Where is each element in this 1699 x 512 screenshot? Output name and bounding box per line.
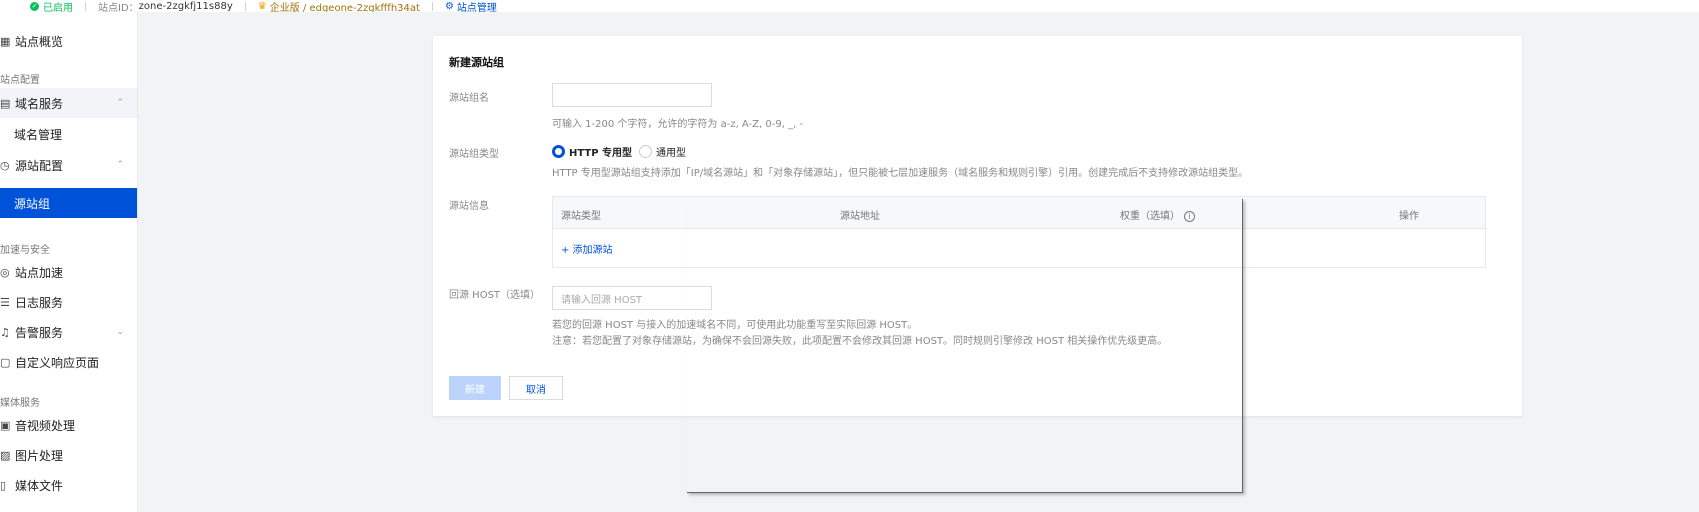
- radio-checked-icon: [552, 145, 565, 158]
- sidebar-item-label: 自定义响应页面: [15, 355, 100, 370]
- zone-id-label: 站点ID：: [98, 2, 139, 13]
- info-icon[interactable]: i: [1184, 210, 1195, 222]
- chevron-up-icon: ⌃: [116, 98, 124, 108]
- origin-host-help-2: 注意：若您配置了对象存储源站，为确保不会回源失败，此项配置不会修改其回源 HOS…: [552, 336, 1168, 347]
- create-origin-group-card: 新建源站组 源站组名 可输入 1-200 个字符，允许的字符为 a-z, A-Z…: [433, 36, 1522, 416]
- top-bar: ✓ 已启用 站点ID： zone-2zgkfj11s88y ♛ 企业版 / ed…: [0, 0, 1699, 12]
- radio-general[interactable]: 通用型: [639, 144, 686, 159]
- column-weight: 权重（选填） i: [1120, 207, 1195, 222]
- divider: [244, 1, 246, 11]
- edition-text: 企业版 / edgeone-2zgkfffh34at: [269, 2, 420, 13]
- table-header: 源站类型 源站地址 权重（选填） i 操作: [553, 197, 1485, 229]
- cancel-button[interactable]: 取消: [509, 376, 563, 400]
- radio-unchecked-icon: [639, 145, 652, 158]
- chevron-up-icon: ⌃: [116, 160, 124, 170]
- grid-icon: ▦: [0, 34, 11, 48]
- list-icon: ▤: [0, 96, 11, 110]
- origin-group-name-input[interactable]: [552, 83, 712, 107]
- clock-icon: ◷: [0, 158, 10, 172]
- site-manage-link[interactable]: ⚙ 站点管理: [444, 0, 497, 13]
- column-weight-text: 权重（选填）: [1120, 211, 1180, 222]
- sidebar-item-label: 音视频处理: [15, 418, 76, 433]
- bell-icon: ♫: [0, 325, 10, 339]
- create-button[interactable]: 新建: [449, 376, 501, 400]
- origin-group-name-help: 可输入 1-200 个字符，允许的字符为 a-z, A-Z, 0-9, _, -: [552, 119, 804, 130]
- image-icon: ▨: [0, 448, 11, 462]
- sidebar-group-media: 媒体服务: [0, 398, 40, 409]
- origin-group-name-label: 源站组名: [449, 93, 489, 104]
- origin-host-label: 回源 HOST（选填）: [449, 290, 541, 301]
- rocket-icon: ◎: [0, 265, 10, 279]
- origin-table: 源站类型 源站地址 权重（选填） i 操作 + 添加源站: [552, 196, 1486, 268]
- divider: [85, 1, 86, 11]
- zone-id: 站点ID： zone-2zgkfj11s88y: [98, 0, 233, 13]
- column-origin-address: 源站地址: [840, 211, 880, 222]
- sidebar-item-label: 日志服务: [15, 295, 64, 310]
- page-title: 新建源站组: [449, 56, 504, 69]
- zone-id-value: zone-2zgkfj11s88y: [138, 0, 233, 12]
- sidebar-item-domain-service[interactable]: ▤ 域名服务 ⌃: [0, 88, 137, 118]
- origin-host-help-1: 若您的回源 HOST 与接入的加速域名不同，可使用此功能重写至实际回源 HOST…: [552, 320, 918, 331]
- log-icon: ☰: [0, 295, 10, 309]
- sidebar-item-site-accel[interactable]: ◎ 站点加速: [0, 257, 137, 287]
- site-status: ✓ 已启用: [30, 0, 73, 12]
- page-icon: ▢: [0, 355, 11, 369]
- sidebar-item-label: 媒体文件: [15, 478, 64, 493]
- sidebar: ▦ 站点概览 站点配置 ▤ 域名服务 ⌃ 域名管理 ◷ 源站配置 ⌃ 源站组 加…: [0, 12, 138, 512]
- radio-label: HTTP 专用型: [569, 148, 633, 159]
- crown-icon: ♛: [257, 0, 267, 12]
- sidebar-item-label: 域名管理: [14, 127, 63, 142]
- sidebar-item-domain-manage[interactable]: 域名管理: [0, 119, 137, 149]
- video-icon: ▣: [0, 418, 11, 432]
- sidebar-item-origin-config[interactable]: ◷ 源站配置 ⌃: [0, 150, 137, 180]
- chevron-down-icon: ⌄: [116, 327, 124, 337]
- sidebar-item-custom-page[interactable]: ▢ 自定义响应页面: [0, 347, 137, 377]
- sidebar-item-label: 告警服务: [15, 325, 64, 340]
- origin-group-type-help: HTTP 专用型源站组支持添加「IP/域名源站」和「对象存储源站」，但只能被七层…: [552, 168, 1249, 179]
- origin-host-input[interactable]: 请输入回源 HOST: [552, 286, 712, 310]
- sidebar-item-origin-group[interactable]: 源站组: [0, 188, 137, 218]
- sidebar-item-label: 站点概览: [15, 34, 64, 49]
- site-manage-text: 站点管理: [456, 2, 497, 13]
- column-origin-type: 源站类型: [561, 211, 601, 222]
- check-circle-icon: ✓: [30, 1, 39, 11]
- add-origin-link[interactable]: + 添加源站: [561, 241, 613, 256]
- file-icon: ▯: [0, 478, 7, 492]
- origin-info-label: 源站信息: [449, 201, 489, 212]
- sidebar-item-alert-service[interactable]: ♫ 告警服务 ⌄: [0, 317, 137, 347]
- sidebar-item-log-service[interactable]: ☰ 日志服务: [0, 287, 137, 317]
- sidebar-item-media-files[interactable]: ▯ 媒体文件: [0, 470, 137, 500]
- divider: [431, 1, 433, 11]
- gear-icon: ⚙: [444, 0, 454, 12]
- sidebar-group-accel-security: 加速与安全: [0, 245, 50, 256]
- sidebar-item-image-processing[interactable]: ▨ 图片处理: [0, 440, 137, 470]
- origin-group-type-label: 源站组类型: [449, 149, 499, 160]
- sidebar-item-label: 源站组: [14, 196, 51, 211]
- status-text: 已启用: [43, 2, 73, 13]
- radio-label: 通用型: [656, 148, 686, 159]
- column-actions: 操作: [1399, 211, 1419, 222]
- sidebar-item-label: 源站配置: [15, 158, 64, 173]
- edition-link[interactable]: ♛ 企业版 / edgeone-2zgkfffh34at: [257, 0, 420, 13]
- radio-http-dedicated[interactable]: HTTP 专用型: [552, 144, 632, 159]
- sidebar-item-label: 域名服务: [15, 96, 64, 111]
- sidebar-group-site-config: 站点配置: [0, 75, 40, 86]
- sidebar-item-av-processing[interactable]: ▣ 音视频处理: [0, 410, 137, 440]
- sidebar-item-label: 站点加速: [15, 265, 64, 280]
- sidebar-item-overview[interactable]: ▦ 站点概览: [0, 26, 137, 56]
- sidebar-item-label: 图片处理: [15, 448, 64, 463]
